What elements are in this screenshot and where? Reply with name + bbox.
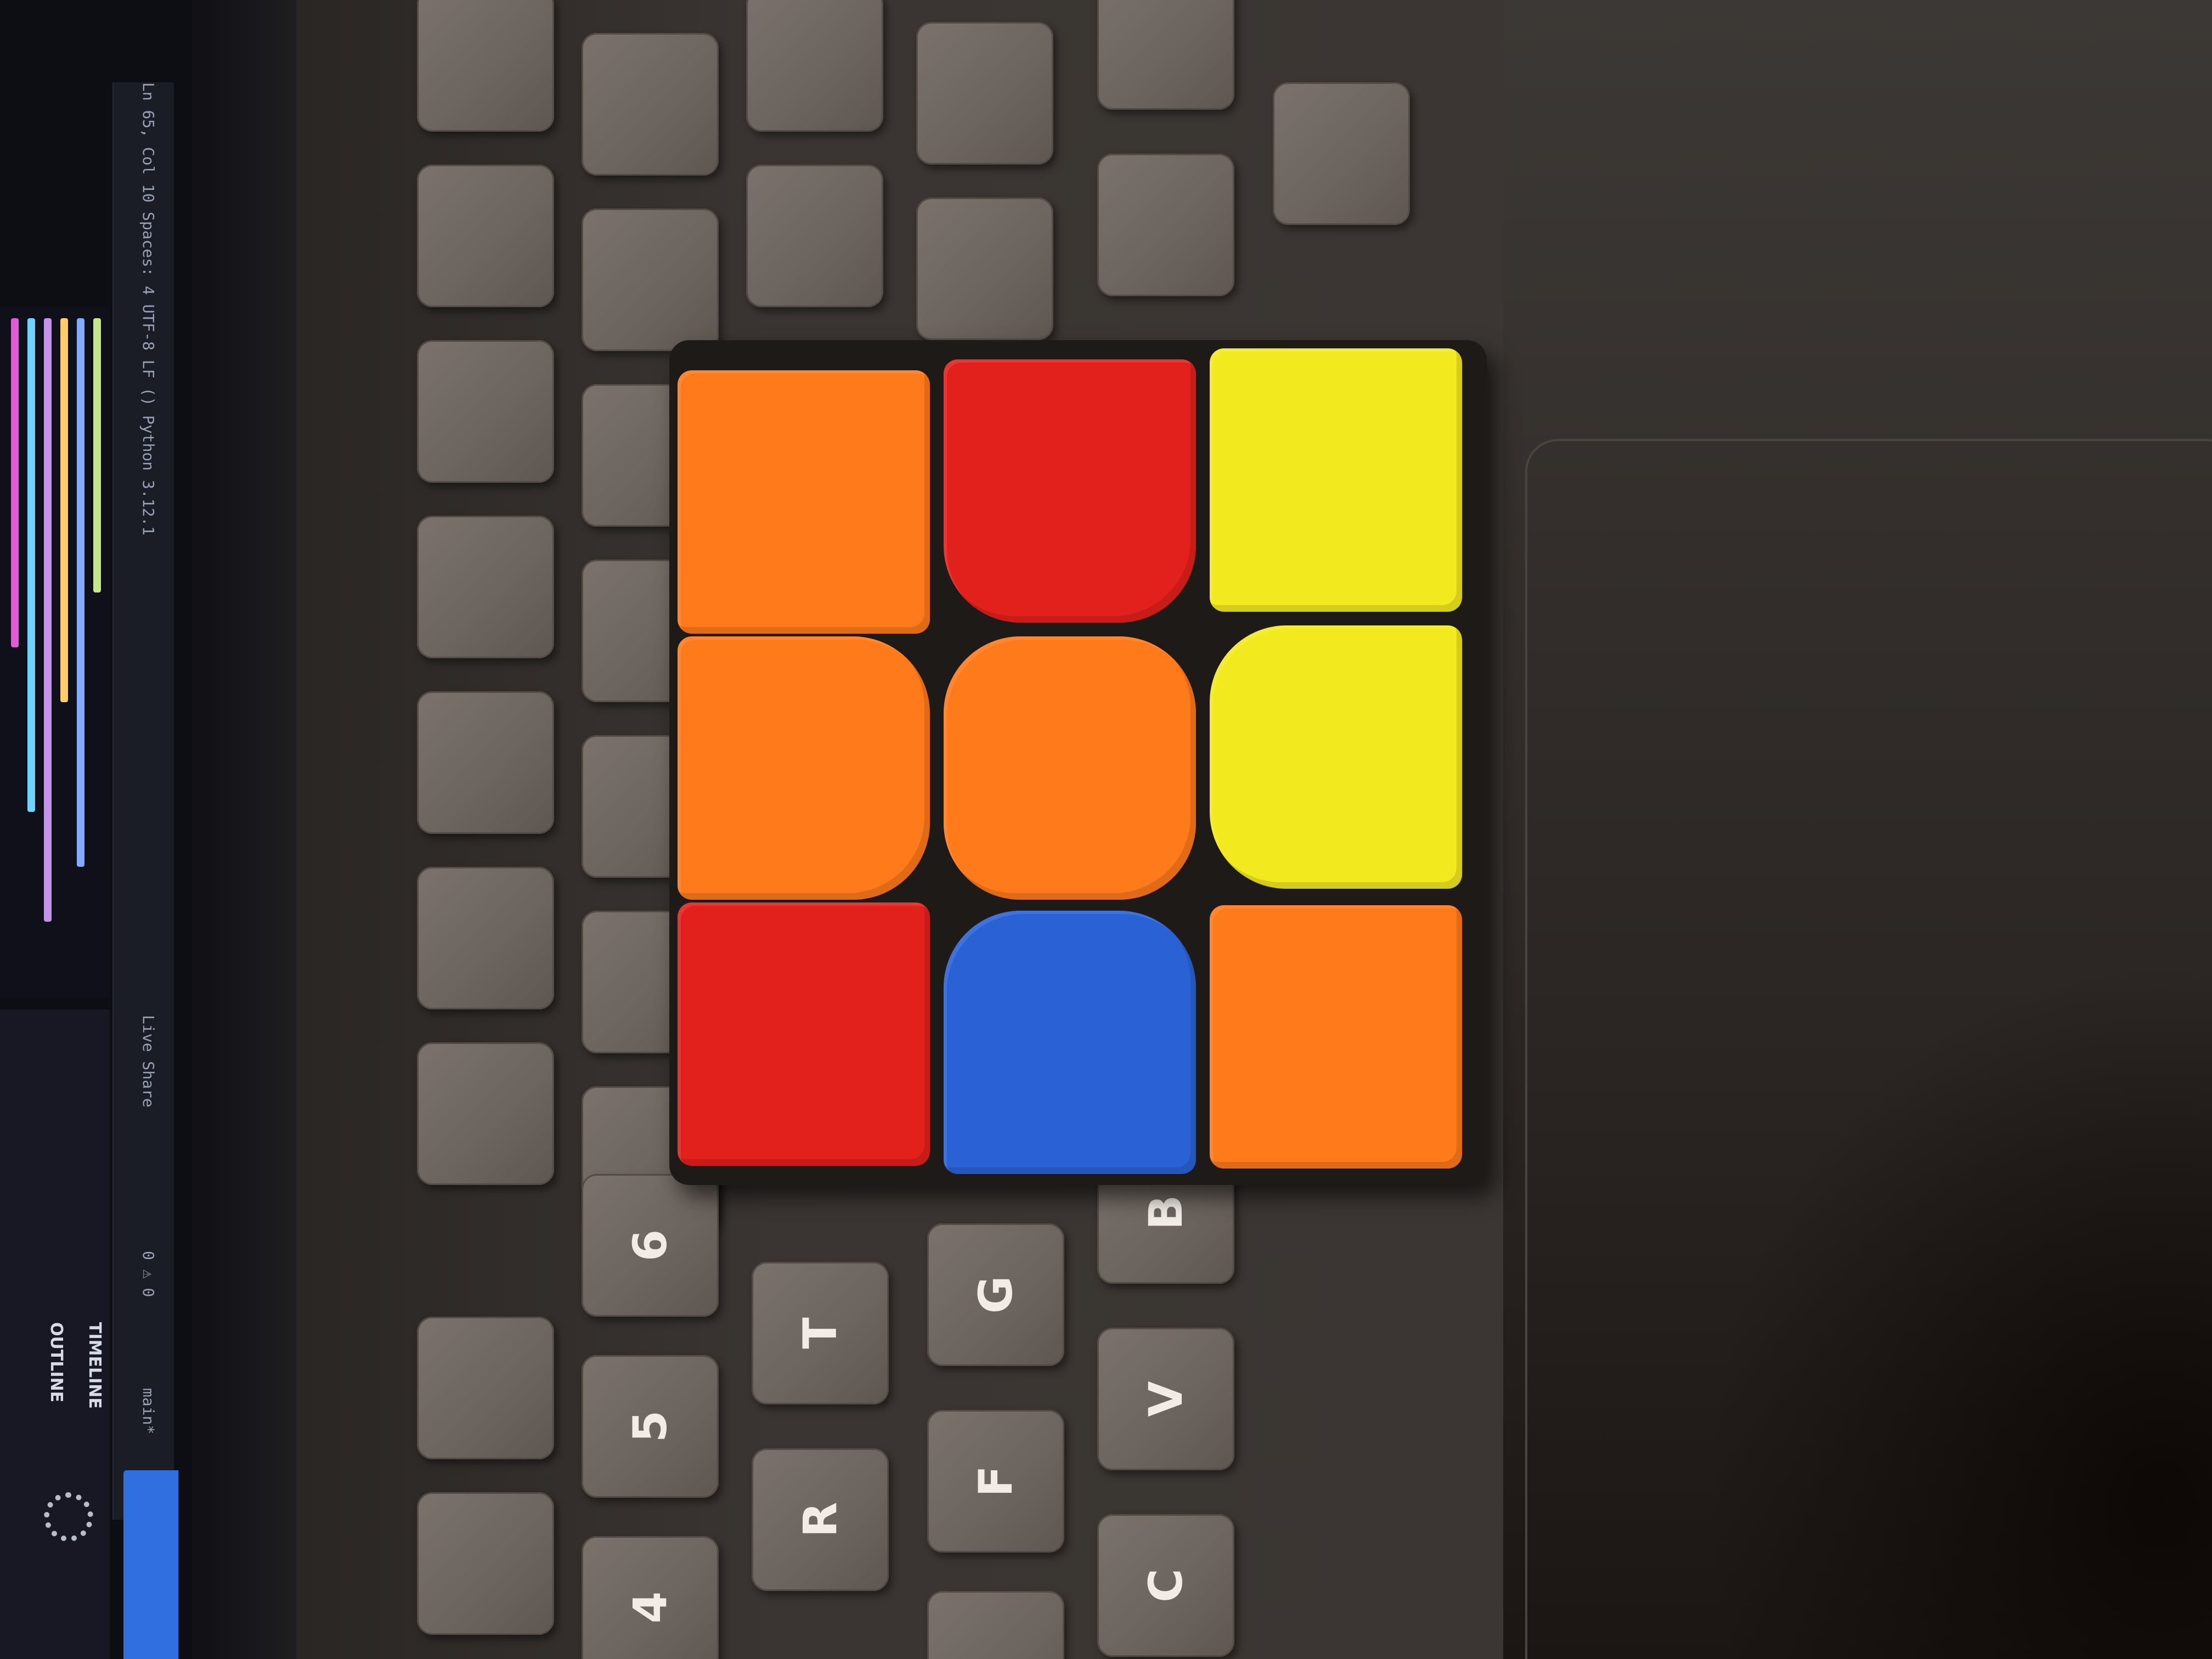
keyboard-key-6: 6 <box>582 1174 719 1317</box>
cube-sticker <box>678 370 930 634</box>
key-label: R <box>793 1502 847 1538</box>
keyboard-key <box>417 340 554 483</box>
keyboard-key <box>417 1317 554 1459</box>
keyboard-key <box>746 0 883 132</box>
timeline-section-label[interactable]: TIMELINE <box>85 1322 104 1409</box>
keyboard-key-5: 5 <box>582 1355 719 1498</box>
code-line <box>93 318 101 592</box>
cube-sticker <box>678 636 930 900</box>
keyboard-key <box>916 198 1053 340</box>
status-bar: Ln 65, Col 10 Spaces: 4 UTF-8 LF () Pyth… <box>112 82 174 1520</box>
cube-sticker <box>944 636 1196 900</box>
sidebar-panel: OUTLINE TIMELINE <box>0 1009 110 1659</box>
cube-sticker <box>944 911 1196 1174</box>
keyboard-key <box>927 1591 1064 1659</box>
cube-sticker <box>678 902 930 1166</box>
key-label: T <box>793 1317 847 1349</box>
keyboard-key <box>1273 82 1410 225</box>
keyboard-key-v: V <box>1097 1328 1234 1470</box>
keyboard-key-t: T <box>752 1262 889 1404</box>
cube-sticker <box>1210 348 1462 612</box>
keyboard-key <box>417 0 554 132</box>
keyboard-key <box>1097 0 1234 110</box>
photo-scene: Ln 65, Col 10 Spaces: 4 UTF-8 LF () Pyth… <box>0 0 2212 1659</box>
keyboard-key <box>417 516 554 658</box>
keyboard-key <box>417 1042 554 1185</box>
keyboard-key <box>417 691 554 834</box>
keyboard-key-f: F <box>927 1410 1064 1553</box>
cube-sticker <box>1210 905 1462 1169</box>
code-line <box>77 318 84 867</box>
keyboard-key-g: G <box>927 1223 1064 1366</box>
gear-icon[interactable] <box>44 1492 93 1542</box>
key-label: 4 <box>623 1591 677 1624</box>
key-label: C <box>1139 1568 1193 1602</box>
code-line <box>44 318 52 922</box>
problems-count[interactable]: 0 ⚠ 0 <box>139 1251 157 1297</box>
key-label: G <box>969 1276 1023 1314</box>
keyboard-key <box>582 208 719 351</box>
cube-sticker <box>1210 625 1462 889</box>
key-label: F <box>969 1465 1023 1497</box>
keyboard-key-c: C <box>1097 1514 1234 1657</box>
hand-shadow <box>1701 960 2212 1659</box>
keyboard-key <box>1097 154 1234 296</box>
keyboard-key <box>582 33 719 176</box>
laptop-screen: Ln 65, Col 10 Spaces: 4 UTF-8 LF () Pyth… <box>0 0 296 1659</box>
code-editor-area <box>0 307 110 998</box>
keyboard-key <box>417 867 554 1009</box>
git-branch-label[interactable]: main* <box>139 1388 157 1434</box>
keyboard-key <box>417 165 554 307</box>
live-share-label[interactable]: Live Share <box>139 1015 157 1108</box>
status-bar-text: Ln 65, Col 10 Spaces: 4 UTF-8 LF () Pyth… <box>139 82 157 536</box>
cube-sticker <box>944 359 1196 623</box>
rubiks-cube <box>669 340 1487 1185</box>
key-label: V <box>1139 1381 1193 1417</box>
outline-section-label[interactable]: OUTLINE <box>47 1322 66 1402</box>
code-line <box>27 318 35 812</box>
keyboard-key-r: R <box>752 1448 889 1591</box>
code-line <box>60 318 68 702</box>
keyboard-key <box>916 22 1053 165</box>
key-label: 6 <box>623 1229 677 1262</box>
key-label: 5 <box>623 1410 677 1443</box>
keyboard-key-4: 4 <box>582 1536 719 1659</box>
account-badge[interactable] <box>123 1470 178 1659</box>
keyboard-key <box>746 165 883 307</box>
key-label: B <box>1139 1194 1193 1231</box>
keyboard-key <box>417 1492 554 1635</box>
code-line <box>11 318 19 647</box>
